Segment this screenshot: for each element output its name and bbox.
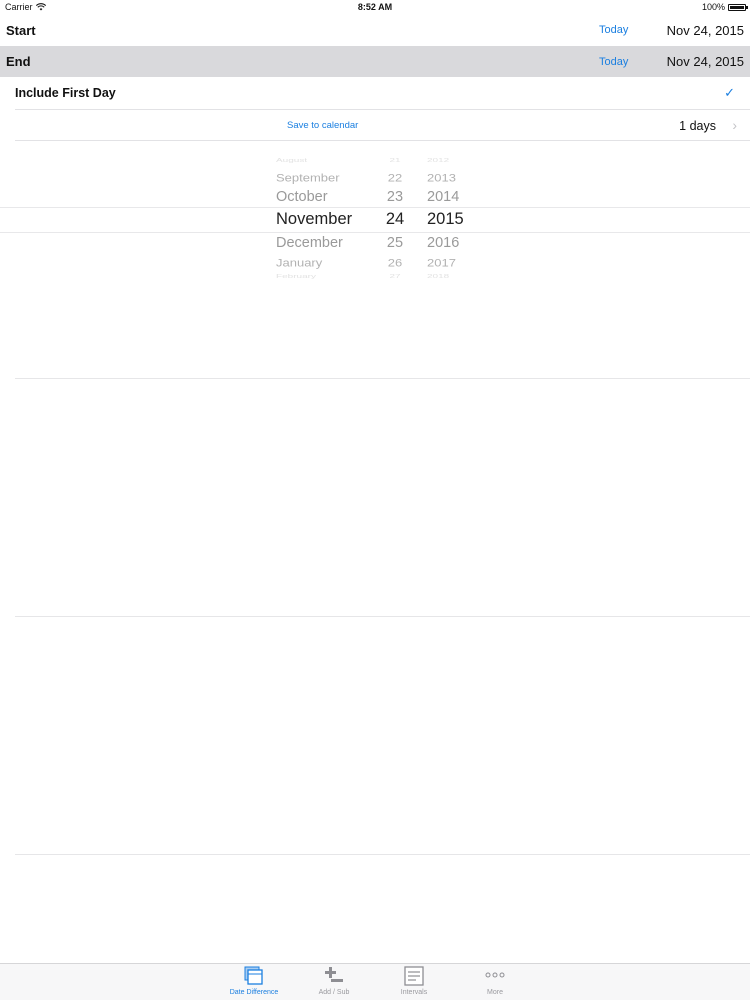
picker-day-item[interactable]: 27 [380,273,410,279]
end-label: End [6,54,31,69]
picker-month-item[interactable]: September [276,171,376,184]
divider [15,854,750,855]
picker-year-item[interactable]: 2018 [427,273,471,279]
tab-label: Date Difference [229,989,279,996]
status-time: 8:52 AM [357,2,393,12]
picker-month-item[interactable]: August [276,157,376,163]
tab-label: Intervals [400,989,428,996]
start-label: Start [6,22,36,38]
picker-year-selected[interactable]: 2015 [427,210,471,229]
calendar-icon [244,966,263,985]
tab-more[interactable]: More [460,966,530,1000]
start-date-value[interactable]: Nov 24, 2015 [667,23,744,38]
picker-month-column[interactable]: August September October November Decemb… [276,150,376,290]
tab-label: Add / Sub [318,989,350,996]
add-subtract-icon [325,967,343,982]
picker-day-item[interactable]: 22 [380,171,410,184]
picker-year-item[interactable]: 2012 [427,157,471,163]
picker-day-column[interactable]: 21 22 23 24 25 26 27 [380,150,410,290]
divider [15,616,750,617]
picker-month-item[interactable]: February [276,273,376,279]
picker-year-item[interactable]: 2016 [427,235,471,251]
picker-year-item[interactable]: 2014 [427,189,471,205]
tab-add-sub[interactable]: Add / Sub [299,966,369,1000]
tab-label: More [487,989,503,996]
save-to-calendar-button[interactable]: Save to calendar [287,120,358,131]
start-row[interactable]: Start Today Nov 24, 2015 [0,14,750,46]
picker-day-item[interactable]: 25 [380,235,410,251]
tab-intervals[interactable]: Intervals [379,966,449,1000]
chevron-right-icon: › [732,117,737,133]
date-picker[interactable]: August September October November Decemb… [0,150,750,290]
more-dots-icon [485,972,505,978]
divider [15,378,750,379]
divider [15,140,750,141]
tab-date-difference[interactable]: Date Difference [219,966,289,1000]
picker-day-item[interactable]: 26 [380,256,410,269]
list-document-icon [404,966,424,986]
picker-month-item[interactable]: January [276,256,376,269]
battery-percent: 100% [701,2,725,12]
include-first-day-label: Include First Day [15,86,116,100]
battery-group: 100% [701,2,748,12]
picker-month-item[interactable]: October [276,189,376,205]
tab-bar: Date Difference Add / Sub Intervals More [0,963,750,1000]
picker-year-column[interactable]: 2012 2013 2014 2015 2016 2017 2018 [427,150,471,290]
end-today-button[interactable]: Today [599,56,628,68]
result-row[interactable]: Save to calendar 1 days › [0,110,750,141]
picker-day-item[interactable]: 23 [380,189,410,205]
battery-icon [728,3,748,11]
picker-year-item[interactable]: 2017 [427,256,471,269]
picker-day-selected[interactable]: 24 [380,210,410,229]
end-date-value[interactable]: Nov 24, 2015 [667,54,744,69]
picker-day-item[interactable]: 21 [380,157,410,163]
checkmark-icon: ✓ [724,85,735,100]
days-result: 1 days [679,118,716,133]
start-today-button[interactable]: Today [599,24,628,36]
include-first-day-row[interactable]: Include First Day ✓ [0,77,750,109]
status-bar: Carrier 8:52 AM 100% [0,0,750,14]
end-row[interactable]: End Today Nov 24, 2015 [0,46,750,77]
picker-month-item[interactable]: December [276,235,376,251]
picker-year-item[interactable]: 2013 [427,171,471,184]
picker-month-selected[interactable]: November [276,210,376,229]
